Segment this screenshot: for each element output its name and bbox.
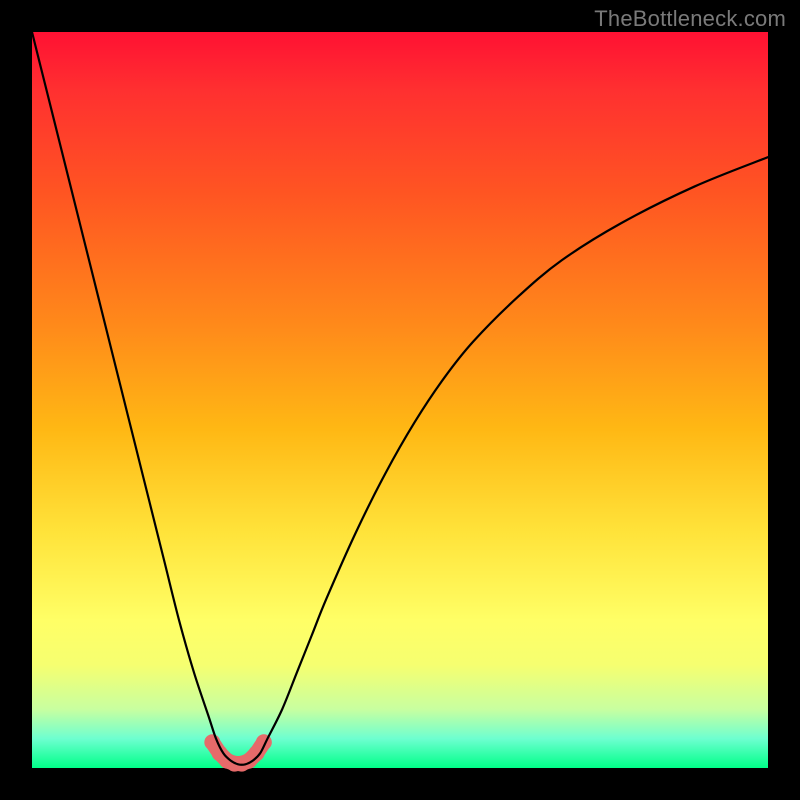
watermark-label: TheBottleneck.com bbox=[594, 6, 786, 32]
optimal-range-markers bbox=[204, 734, 272, 771]
plot-area bbox=[32, 32, 768, 768]
bottleneck-curve bbox=[32, 32, 768, 765]
curve-svg bbox=[32, 32, 768, 768]
chart-frame: TheBottleneck.com bbox=[0, 0, 800, 800]
